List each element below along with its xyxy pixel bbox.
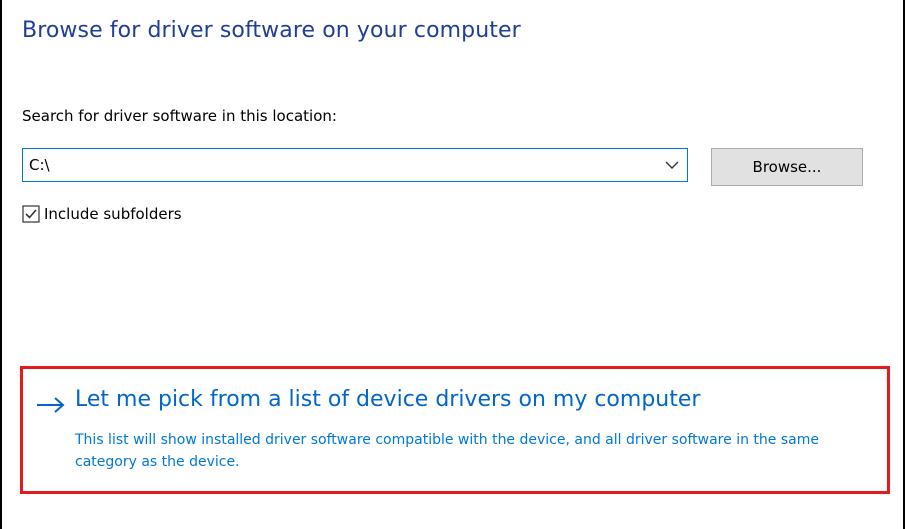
window-border-left [0, 0, 2, 529]
browse-button[interactable]: Browse... [711, 148, 863, 186]
browse-driver-dialog: Browse for driver software on your compu… [0, 0, 905, 529]
arrow-right-icon[interactable] [35, 396, 67, 414]
highlight-annotation-box: Let me pick from a list of device driver… [20, 366, 890, 494]
include-subfolders-label[interactable]: Include subfolders [44, 205, 182, 223]
pick-from-list-title[interactable]: Let me pick from a list of device driver… [75, 387, 700, 412]
location-combobox[interactable]: C:\ [22, 148, 688, 182]
page-title: Browse for driver software on your compu… [22, 18, 521, 43]
location-input-value[interactable]: C:\ [29, 156, 50, 174]
checkbox-checked-icon[interactable] [22, 205, 40, 223]
pick-from-list-description: This list will show installed driver sof… [75, 432, 819, 470]
chevron-down-icon[interactable] [665, 160, 679, 170]
search-location-label: Search for driver software in this locat… [22, 107, 337, 125]
